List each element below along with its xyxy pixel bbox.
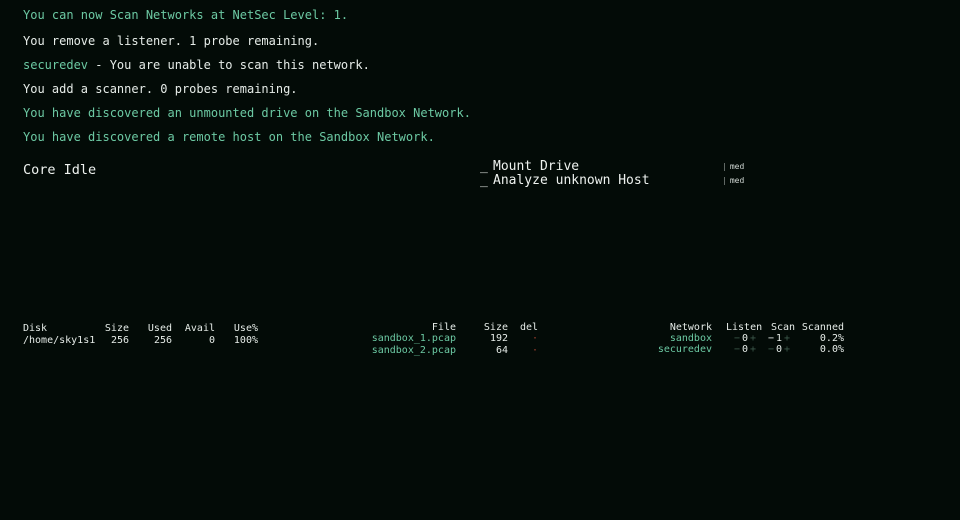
column-header: Used (147, 323, 172, 334)
log-network-name: securedev (23, 58, 89, 72)
disk-size: 256 (110, 335, 129, 346)
network-name[interactable]: sandbox (640, 333, 712, 344)
column-header: Avail (184, 323, 215, 334)
core-status: Core Idle (23, 162, 97, 178)
log-line: You have discovered a remote host on the… (23, 130, 435, 144)
log-line: You have discovered an unmounted drive o… (23, 106, 471, 120)
scanned-percent: 0.2% (819, 333, 844, 344)
listener-count: 0 (742, 333, 749, 344)
column-header: Use% (233, 323, 258, 334)
log-line: You remove a listener. 1 probe remaining… (23, 34, 320, 48)
increase-listeners-button[interactable]: + (750, 344, 756, 355)
listener-count: 0 (742, 344, 749, 355)
log-line: You add a scanner. 0 probes remaining. (23, 82, 298, 96)
disk-avail: 0 (208, 335, 215, 346)
column-header: Listen (726, 322, 763, 333)
delete-file-button[interactable]: · (532, 333, 538, 344)
column-header: Scan (771, 322, 796, 333)
column-header: File (431, 322, 456, 333)
disk-name: /home/sky1s1 (23, 335, 96, 346)
column-header: del (520, 322, 539, 333)
increase-scanners-button[interactable]: + (784, 344, 790, 355)
column-header: Size (104, 323, 129, 334)
column-header: Network (669, 322, 712, 333)
disk-use-percent: 100% (233, 335, 258, 346)
disk-used: 256 (153, 335, 172, 346)
delete-file-button[interactable]: · (532, 345, 538, 356)
task-priority[interactable]: | med (722, 176, 744, 185)
file-name[interactable]: sandbox_2.pcap (360, 345, 456, 356)
scanner-count: 0 (776, 344, 783, 355)
decrease-scanners-button[interactable]: − (768, 333, 774, 344)
log-line: You can now Scan Networks at NetSec Leve… (23, 8, 349, 22)
file-size: 192 (489, 333, 508, 344)
task-label: Mount Drive (493, 159, 580, 174)
column-header: Size (483, 322, 508, 333)
increase-scanners-button[interactable]: + (784, 333, 790, 344)
decrease-listeners-button[interactable]: − (734, 344, 740, 355)
task-cursor: _ (480, 159, 488, 174)
log-line: securedev - You are unable to scan this … (23, 58, 370, 72)
decrease-listeners-button[interactable]: − (734, 333, 740, 344)
task-priority[interactable]: | med (722, 162, 744, 171)
task-priority-value: med (729, 176, 745, 185)
decrease-scanners-button[interactable]: − (768, 344, 774, 355)
file-size: 64 (495, 345, 508, 356)
column-header: Scanned (801, 322, 844, 333)
log-line-text: - You are unable to scan this network. (88, 58, 370, 72)
task-cursor: _ (480, 173, 488, 188)
network-name[interactable]: securedev (640, 344, 712, 355)
task-label: Analyze unknown Host (493, 173, 650, 188)
file-name[interactable]: sandbox_1.pcap (360, 333, 456, 344)
task-priority-value: med (729, 162, 745, 171)
scanner-count: 1 (776, 333, 783, 344)
increase-listeners-button[interactable]: + (750, 333, 756, 344)
column-header: Disk (23, 323, 48, 334)
scanned-percent: 0.0% (819, 344, 844, 355)
